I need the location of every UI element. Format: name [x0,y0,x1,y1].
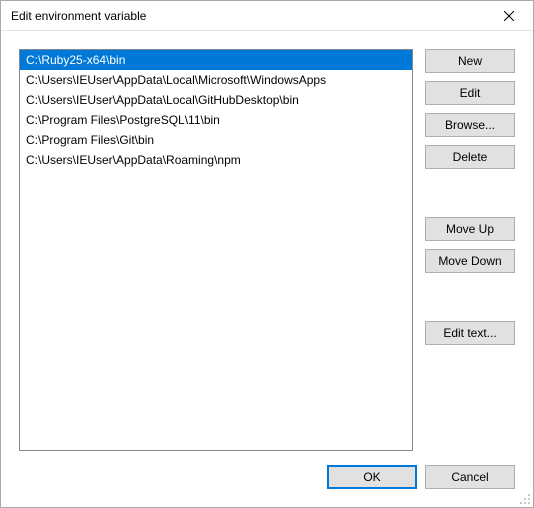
dialog-body: C:\Ruby25-x64\binC:\Users\IEUser\AppData… [1,31,533,451]
window-title: Edit environment variable [11,9,146,23]
titlebar: Edit environment variable [1,1,533,31]
path-listbox[interactable]: C:\Ruby25-x64\binC:\Users\IEUser\AppData… [19,49,413,451]
move-up-button[interactable]: Move Up [425,217,515,241]
cancel-button[interactable]: Cancel [425,465,515,489]
path-list-item[interactable]: C:\Program Files\PostgreSQL\11\bin [20,110,412,130]
edit-text-button[interactable]: Edit text... [425,321,515,345]
dialog-window: Edit environment variable C:\Ruby25-x64\… [0,0,534,508]
dialog-footer: OK Cancel [1,451,533,507]
close-button[interactable] [487,2,531,30]
edit-button[interactable]: Edit [425,81,515,105]
ok-button[interactable]: OK [327,465,417,489]
path-list-item[interactable]: C:\Users\IEUser\AppData\Roaming\npm [20,150,412,170]
path-list-item[interactable]: C:\Users\IEUser\AppData\Local\GitHubDesk… [20,90,412,110]
new-button[interactable]: New [425,49,515,73]
close-icon [504,11,514,21]
path-list-item[interactable]: C:\Ruby25-x64\bin [20,50,412,70]
button-spacer [425,177,515,209]
path-list-item[interactable]: C:\Users\IEUser\AppData\Local\Microsoft\… [20,70,412,90]
side-buttons: New Edit Browse... Delete Move Up Move D… [425,49,515,451]
path-list-item[interactable]: C:\Program Files\Git\bin [20,130,412,150]
browse-button[interactable]: Browse... [425,113,515,137]
delete-button[interactable]: Delete [425,145,515,169]
button-spacer [425,281,515,313]
move-down-button[interactable]: Move Down [425,249,515,273]
